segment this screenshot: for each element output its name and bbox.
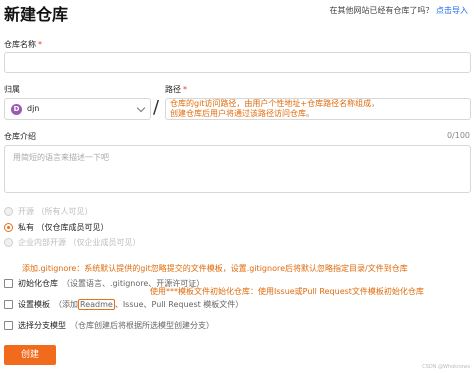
- template-annotation: 使用***模板文件初始化仓库：使用Issue或Pull Request文件模板初…: [150, 287, 424, 296]
- visibility-option-private[interactable]: 私有 （仅仓库成员可见）: [4, 221, 109, 233]
- path-label-text: 路径: [165, 85, 181, 94]
- path-label: 路径 *: [165, 84, 187, 95]
- import-prompt: 在其他网站已经有仓库了吗？: [329, 6, 434, 15]
- radio-public-label: 开源 （所有人可见）: [18, 206, 93, 216]
- description-placeholder: 用简短的语言来描述一下吧: [13, 153, 109, 162]
- description-textarea[interactable]: 用简短的语言来描述一下吧: [4, 145, 471, 193]
- template-checkbox[interactable]: [4, 299, 13, 309]
- page-title: 新建仓库: [4, 5, 69, 24]
- path-annotation-line-1: 仓库的git访问路径，由用户个性地址+仓库路径名称组成，: [170, 99, 380, 108]
- template-option[interactable]: 设置模板 （添加 Readme 、Issue、Pull Request 模板文件）: [4, 298, 243, 310]
- path-separator: /: [153, 97, 160, 118]
- radio-enterprise-label: 企业内部开源 （仅企业成员可见）: [18, 237, 141, 247]
- visibility-option-public[interactable]: 开源 （所有人可见）: [4, 205, 93, 217]
- owner-name: djn: [27, 104, 40, 113]
- template-hint-prefix: （添加: [54, 299, 78, 309]
- template-hint-suffix: 、Issue、Pull Request 模板文件）: [114, 299, 244, 309]
- import-hint: 在其他网站已经有仓库了吗？ 点击导入: [329, 5, 468, 16]
- branch-model-option[interactable]: 选择分支模型 （仓库创建后将根据所选模型创建分支）: [4, 319, 214, 331]
- avatar: D: [11, 104, 22, 115]
- radio-private[interactable]: [4, 222, 13, 232]
- required-star: *: [183, 85, 187, 94]
- radio-private-label: 私有 （仅仓库成员可见）: [18, 222, 109, 232]
- repo-name-label-text: 仓库名称: [4, 40, 36, 49]
- import-link[interactable]: 点击导入: [436, 6, 468, 15]
- watermark: CSDN @Whoknows: [422, 364, 470, 370]
- radio-enterprise[interactable]: [4, 237, 13, 247]
- create-button[interactable]: 创建: [4, 345, 56, 365]
- owner-label: 归属: [4, 85, 20, 94]
- repo-name-label: 仓库名称 *: [4, 39, 42, 50]
- init-repo-checkbox[interactable]: [4, 278, 13, 288]
- branch-model-hint: （仓库创建后将根据所选模型创建分支）: [70, 320, 214, 330]
- path-input[interactable]: 仓库的git访问路径，由用户个性地址+仓库路径名称组成， 创建仓库后用户将通过该…: [165, 98, 471, 120]
- required-star: *: [38, 40, 42, 49]
- readme-highlight: Readme: [78, 298, 115, 310]
- branch-model-label: 选择分支模型: [18, 320, 66, 330]
- description-counter: 0/100: [446, 131, 470, 140]
- description-label: 仓库介绍: [4, 132, 36, 141]
- radio-public[interactable]: [4, 206, 13, 216]
- template-hint: （添加 Readme 、Issue、Pull Request 模板文件）: [54, 298, 244, 310]
- template-label: 设置模板: [18, 299, 50, 309]
- branch-model-checkbox[interactable]: [4, 320, 13, 330]
- path-annotation-line-2: 创建仓库后用户将通过该路径访问仓库。: [170, 109, 314, 118]
- chevron-down-icon: [136, 103, 146, 113]
- repo-name-input[interactable]: [4, 52, 471, 73]
- owner-select[interactable]: D djn: [4, 98, 151, 120]
- gitignore-annotation: 添加.gitignore：系统默认提供的git忽略提交的文件模板，设置.giti…: [22, 264, 408, 273]
- visibility-option-enterprise[interactable]: 企业内部开源 （仅企业成员可见）: [4, 236, 141, 248]
- init-repo-label: 初始化仓库: [18, 278, 58, 288]
